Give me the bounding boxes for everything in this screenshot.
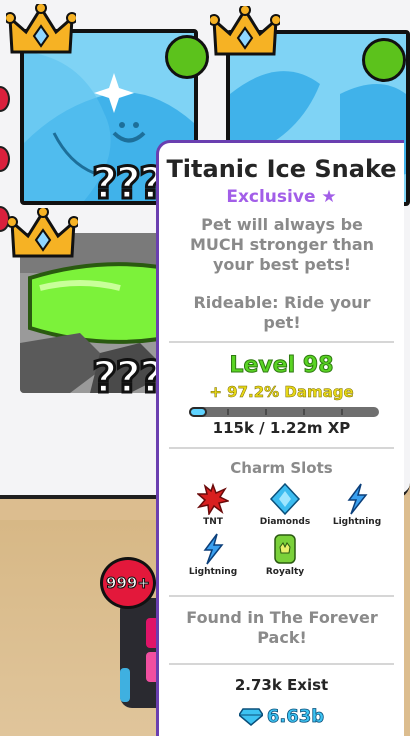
charm-label: Lightning <box>188 567 238 577</box>
tnt-icon <box>197 483 229 515</box>
xp-tick <box>303 409 305 415</box>
xp-text: 115k / 1.22m XP <box>212 419 351 437</box>
lightning-icon <box>347 483 368 515</box>
divider <box>169 663 394 665</box>
equipped-indicator <box>165 35 209 79</box>
diamond-icon <box>269 483 301 515</box>
star-icon: ★ <box>321 187 337 207</box>
xp-tick <box>265 409 267 415</box>
equipped-indicator <box>362 38 406 82</box>
rarity-text: Exclusive <box>226 187 316 207</box>
damage-bonus: + 97.2% Damage <box>209 383 354 402</box>
pet-description: Pet will always be MUCH stronger than yo… <box>189 215 375 274</box>
crown-icon <box>210 6 280 56</box>
gem-price: 6.63b <box>159 706 404 727</box>
xp-tick <box>227 409 229 415</box>
divider <box>169 341 394 343</box>
exist-count: 2.73k Exist <box>234 676 329 694</box>
gem-icon <box>237 708 264 726</box>
xp-progress-bar <box>189 407 379 417</box>
charm-slot-tnt[interactable]: TNT <box>183 483 243 527</box>
rarity-label: Exclusive ★ <box>159 187 404 207</box>
charm-slot-royalty[interactable]: Royalty <box>255 533 315 577</box>
unknown-question-marks: ??? <box>91 157 167 211</box>
pet-tooltip: Titanic Ice Snake Exclusive ★ Pet will a… <box>156 140 404 736</box>
charm-label: Royalty <box>265 567 305 577</box>
divider <box>169 595 394 597</box>
found-in-text: Found in The Forever Pack! <box>186 608 378 647</box>
charm-slots-title: Charm Slots <box>230 459 333 477</box>
crown-icon <box>8 208 78 258</box>
charm-slot-lightning[interactable]: Lightning <box>327 483 387 527</box>
notification-count-badge[interactable]: 999+ <box>100 557 156 609</box>
divider <box>169 447 394 449</box>
rideable-text: Rideable: Ride your pet! <box>193 293 371 332</box>
charm-slot-lightning[interactable]: Lightning <box>183 533 243 577</box>
charm-label: Diamonds <box>259 517 311 527</box>
lightning-icon <box>203 533 224 565</box>
charm-slot-diamonds[interactable]: Diamonds <box>255 483 315 527</box>
royalty-icon <box>274 534 296 564</box>
unknown-question-marks: ??? <box>91 351 167 405</box>
charm-label: TNT <box>203 517 223 527</box>
xp-progress-fill <box>189 407 207 417</box>
crown-icon <box>6 4 76 54</box>
charm-label: Lightning <box>332 517 382 527</box>
price-value: 6.63b <box>266 706 325 728</box>
xp-tick <box>341 409 343 415</box>
pet-title: Titanic Ice Snake <box>166 155 397 183</box>
level-text: Level 98 <box>229 353 334 379</box>
